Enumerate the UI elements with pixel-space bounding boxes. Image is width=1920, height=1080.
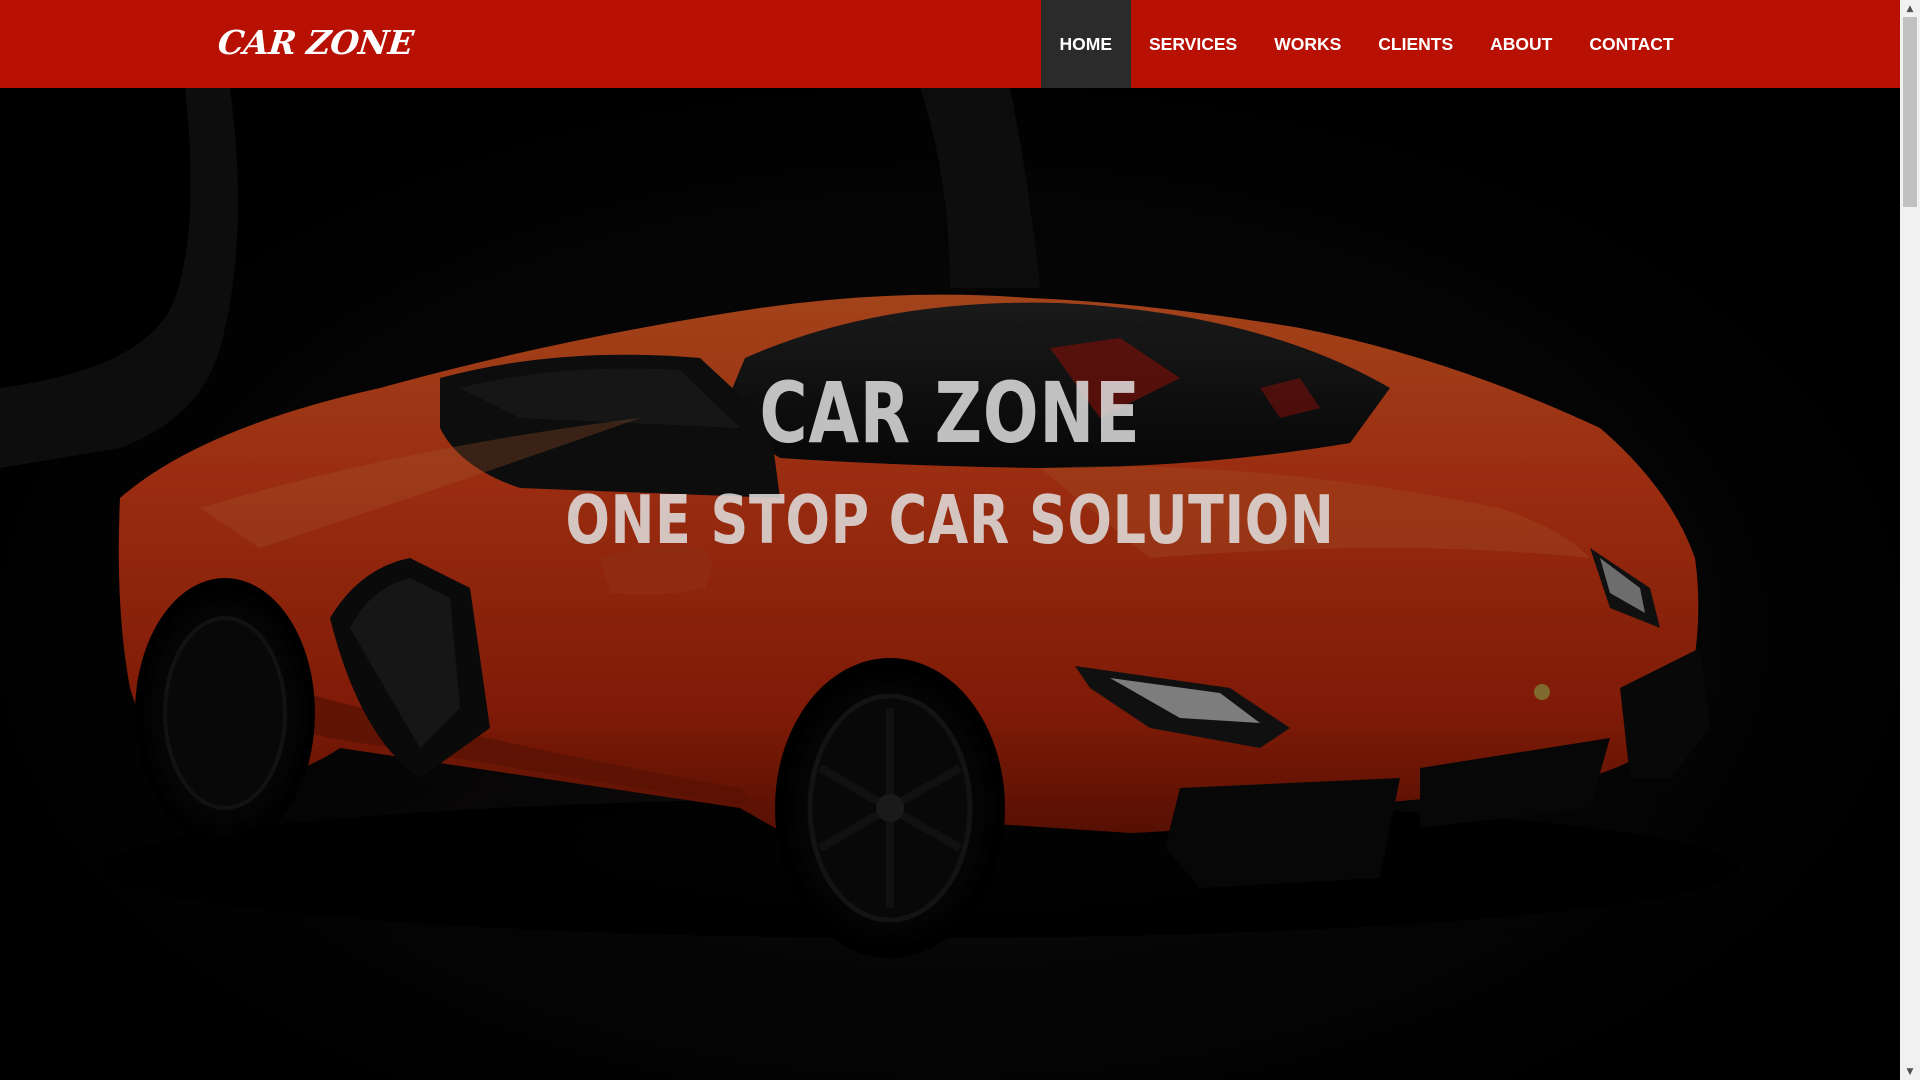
page-viewport: CAR ZONE HOME SERVICES WORKS CLIENTS ABO…: [0, 0, 1900, 1080]
nav-item-about[interactable]: ABOUT: [1472, 0, 1571, 88]
hero-section: CAR ZONE ONE STOP CAR SOLUTION: [0, 88, 1900, 1080]
navbar: CAR ZONE HOME SERVICES WORKS CLIENTS ABO…: [0, 0, 1900, 88]
brand-logo[interactable]: CAR ZONE: [216, 20, 416, 66]
nav-item-clients[interactable]: CLIENTS: [1360, 0, 1472, 88]
scroll-thumb[interactable]: [1903, 17, 1917, 207]
nav-item-works[interactable]: WORKS: [1256, 0, 1360, 88]
hero-title: CAR ZONE: [759, 364, 1141, 462]
vertical-scrollbar[interactable]: ▲ ▼: [1900, 0, 1920, 1080]
scroll-down-arrow-icon[interactable]: ▼: [1900, 1063, 1920, 1080]
hero-overlay: [0, 88, 1900, 1080]
nav-item-home[interactable]: HOME: [1041, 0, 1131, 88]
scroll-up-arrow-icon[interactable]: ▲: [1900, 0, 1920, 17]
nav-item-services[interactable]: SERVICES: [1131, 0, 1256, 88]
nav-item-contact[interactable]: CONTACT: [1571, 0, 1692, 88]
main-nav: HOME SERVICES WORKS CLIENTS ABOUT CONTAC…: [1041, 0, 1692, 88]
hero-subtitle: ONE STOP CAR SOLUTION: [565, 481, 1335, 559]
